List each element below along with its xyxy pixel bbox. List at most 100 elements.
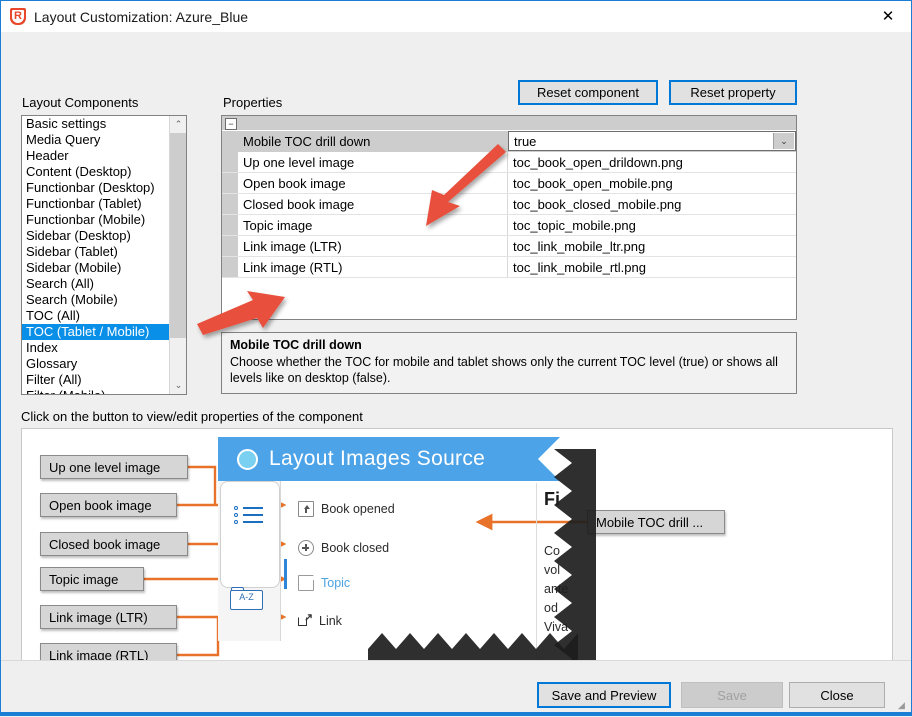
external-link-icon	[298, 614, 312, 628]
title-bar: R Layout Customization: Azure_Blue ✕	[1, 1, 911, 32]
banner-title: Layout Images Source	[269, 447, 486, 470]
topic-active-marker	[284, 559, 287, 589]
property-value-text: toc_link_mobile_ltr.png	[513, 238, 646, 254]
hint-label: Click on the button to view/edit propert…	[21, 409, 363, 424]
list-item[interactable]: Glossary	[22, 356, 170, 372]
description-title: Mobile TOC drill down	[230, 338, 362, 352]
callout-up-one-level-image[interactable]: Up one level image	[40, 455, 188, 479]
property-row-gutter	[222, 236, 238, 256]
callout-topic-image[interactable]: Topic image	[40, 567, 144, 591]
window-accent-bar	[1, 712, 912, 715]
property-row-gutter	[222, 215, 238, 235]
property-row[interactable]: Mobile TOC drill down true ⌄	[222, 131, 796, 152]
layout-preview-panel: Up one level image Open book image Close…	[21, 428, 893, 688]
property-row-gutter	[222, 131, 238, 151]
property-value[interactable]: toc_link_mobile_rtl.png	[508, 257, 796, 277]
property-row-gutter	[222, 257, 238, 277]
list-item[interactable]: Header	[22, 148, 170, 164]
list-item[interactable]: TOC (Tablet / Mobile)	[22, 324, 170, 340]
toc-entry-label: Book opened	[321, 502, 395, 516]
list-item[interactable]: Index	[22, 340, 170, 356]
property-value-text: toc_book_open_drildown.png	[513, 154, 683, 170]
toc-entry-book-closed[interactable]: Book closed	[298, 540, 389, 556]
layout-customization-dialog: R Layout Customization: Azure_Blue ✕ Res…	[0, 0, 912, 716]
property-row[interactable]: Link image (LTR) toc_link_mobile_ltr.png	[222, 236, 796, 257]
resize-grip[interactable]: ◢	[898, 700, 908, 710]
property-value-text: toc_topic_mobile.png	[513, 217, 636, 233]
toc-entry-book-opened[interactable]: Book opened	[298, 501, 395, 517]
toc-entry-label: Book closed	[321, 541, 390, 555]
property-name: Up one level image	[238, 152, 508, 172]
list-item[interactable]: Media Query	[22, 132, 170, 148]
list-item[interactable]: Functionbar (Desktop)	[22, 180, 170, 196]
window-title: Layout Customization: Azure_Blue	[34, 8, 249, 25]
layout-components-label: Layout Components	[22, 95, 139, 110]
property-name: Topic image	[238, 215, 508, 235]
property-value[interactable]: toc_link_mobile_ltr.png	[508, 236, 796, 256]
toc-entry-link[interactable]: Link	[298, 613, 342, 629]
property-value-text: toc_book_closed_mobile.png	[513, 196, 682, 212]
banner-circle-icon	[237, 448, 258, 470]
property-description-panel: Mobile TOC drill down Choose whether the…	[221, 332, 797, 394]
property-grid[interactable]: − Mobile TOC drill down true ⌄ Up one level…	[221, 115, 797, 320]
book-opened-icon	[298, 501, 314, 517]
property-row[interactable]: Closed book image toc_book_closed_mobile.…	[222, 194, 796, 215]
property-value-text: true	[514, 133, 537, 149]
topic-page-icon	[298, 575, 314, 591]
list-item[interactable]: Sidebar (Tablet)	[22, 244, 170, 260]
list-item[interactable]: Functionbar (Tablet)	[22, 196, 170, 212]
shield-r-icon: R	[9, 7, 27, 26]
close-button[interactable]: Close	[789, 682, 885, 708]
property-group-header: −	[222, 116, 796, 131]
list-item[interactable]: Search (Mobile)	[22, 292, 170, 308]
save-button: Save	[681, 682, 783, 708]
toc-entry-topic[interactable]: Topic	[298, 575, 350, 591]
list-scrollbar[interactable]: ⌃ ⌄	[169, 116, 186, 394]
list-item[interactable]: Sidebar (Desktop)	[22, 228, 170, 244]
glossary-az-icon: A-Z	[230, 587, 264, 611]
scroll-up-icon[interactable]: ⌃	[170, 116, 186, 133]
preview-sidebar-strip: A-Z	[218, 481, 281, 641]
reset-component-button[interactable]: Reset component	[518, 80, 658, 105]
property-name: Mobile TOC drill down	[238, 131, 508, 151]
property-value[interactable]: toc_book_closed_mobile.png	[508, 194, 796, 214]
property-value[interactable]: toc_topic_mobile.png	[508, 215, 796, 235]
callout-mobile-toc-drill-down[interactable]: Mobile TOC drill ...	[587, 510, 725, 534]
property-value[interactable]: toc_book_open_drildown.png	[508, 152, 796, 172]
property-row[interactable]: Open book image toc_book_open_mobile.png	[222, 173, 796, 194]
chevron-down-icon[interactable]: ⌄	[773, 133, 794, 149]
property-value[interactable]: toc_book_open_mobile.png	[508, 173, 796, 193]
collapse-icon[interactable]: −	[225, 118, 237, 130]
list-item[interactable]: Filter (Mobile)	[22, 388, 170, 394]
list-item[interactable]: Content (Desktop)	[22, 164, 170, 180]
callout-open-book-image[interactable]: Open book image	[40, 493, 177, 517]
list-item[interactable]: Functionbar (Mobile)	[22, 212, 170, 228]
glossary-tab[interactable]	[220, 539, 280, 588]
list-item[interactable]: Sidebar (Mobile)	[22, 260, 170, 276]
toc-entry-label: Topic	[321, 576, 351, 590]
list-item[interactable]: Search (All)	[22, 276, 170, 292]
save-and-preview-button[interactable]: Save and Preview	[537, 682, 671, 708]
property-name: Closed book image	[238, 194, 508, 214]
list-item[interactable]: Basic settings	[22, 116, 170, 132]
layout-components-list[interactable]: Basic settings Media Query Header Content (…	[21, 115, 187, 395]
list-item[interactable]: TOC (All)	[22, 308, 170, 324]
close-icon[interactable]: ✕	[865, 1, 911, 31]
property-value[interactable]: true ⌄	[508, 131, 796, 151]
torn-edge-right	[554, 449, 596, 685]
property-row[interactable]: Up one level image toc_book_open_drildown…	[222, 152, 796, 173]
property-row[interactable]: Link image (RTL) toc_link_mobile_rtl.png	[222, 257, 796, 278]
callout-closed-book-image[interactable]: Closed book image	[40, 532, 188, 556]
property-name: Link image (LTR)	[238, 236, 508, 256]
reset-property-button[interactable]: Reset property	[669, 80, 797, 105]
property-row[interactable]: Topic image toc_topic_mobile.png	[222, 215, 796, 236]
list-item[interactable]: Filter (All)	[22, 372, 170, 388]
property-grid-empty-area	[222, 278, 796, 319]
callout-link-image-ltr[interactable]: Link image (LTR)	[40, 605, 177, 629]
book-closed-icon	[298, 540, 314, 556]
toc-list-icon	[234, 505, 264, 525]
scroll-down-icon[interactable]: ⌄	[170, 377, 186, 394]
az-label: A-Z	[239, 592, 254, 602]
scrollbar-thumb[interactable]	[170, 133, 186, 338]
description-text: Choose whether the TOC for mobile and ta…	[230, 355, 778, 385]
